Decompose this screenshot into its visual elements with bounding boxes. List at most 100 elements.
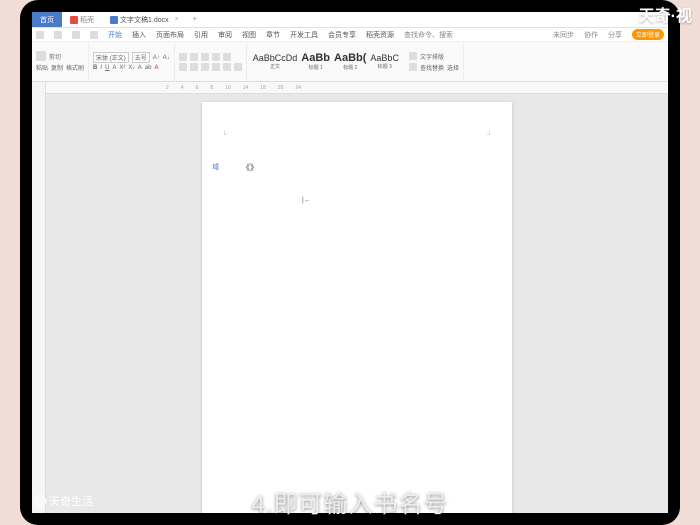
menu-dev[interactable]: 开发工具	[290, 30, 318, 40]
menu-insert[interactable]: 插入	[132, 30, 146, 40]
italic-button[interactable]: I	[100, 65, 102, 71]
book-title-brackets[interactable]: 《》	[242, 162, 258, 173]
watermark-top-right: 天奇·视	[639, 2, 692, 26]
watermark-text: 天奇生活	[49, 493, 93, 509]
menu-start[interactable]: 开始	[108, 30, 122, 40]
close-tab-icon[interactable]: ×	[175, 16, 179, 23]
find-replace-label[interactable]: 查找替换	[420, 63, 444, 72]
ruler-mark: 14	[243, 85, 249, 91]
grow-font-icon[interactable]: A↑	[153, 55, 160, 61]
document-page[interactable]: ┘ └ 域 《》 |←	[202, 102, 512, 513]
style-label: 正文	[270, 63, 280, 70]
login-badge[interactable]: 立即登录	[632, 29, 664, 40]
font-name-select[interactable]: 宋体 (正文)	[93, 52, 129, 63]
underline-button[interactable]: U	[105, 65, 109, 71]
shrink-font-icon[interactable]: A↓	[163, 55, 170, 61]
menu-sections[interactable]: 章节	[266, 30, 280, 40]
search-box[interactable]: 查找命令、搜索	[404, 30, 453, 40]
share-button[interactable]: 分享	[608, 30, 622, 40]
align-center-icon[interactable]	[190, 63, 198, 71]
menu-resources[interactable]: 稻壳资源	[366, 30, 394, 40]
line-spacing-icon[interactable]	[223, 53, 231, 61]
style-label: 标题 3	[378, 63, 392, 70]
borders-icon[interactable]	[234, 63, 242, 71]
style-normal[interactable]: AaBbCcDd 正文	[253, 53, 298, 70]
align-left-icon[interactable]	[179, 63, 187, 71]
strike-button[interactable]: A	[112, 65, 116, 71]
font-color-button[interactable]: A	[154, 65, 158, 71]
ruler-mark: 18	[260, 85, 266, 91]
video-caption: 4.即可输入书名号	[251, 484, 448, 519]
bullets-icon[interactable]	[179, 53, 187, 61]
align-right-icon[interactable]	[201, 63, 209, 71]
font-size-select[interactable]: 五号	[132, 52, 150, 63]
highlight-button[interactable]: ab	[145, 65, 152, 71]
file-menu-icon[interactable]	[36, 31, 44, 39]
find-replace-icon[interactable]	[409, 63, 417, 71]
subscript-button[interactable]: X₂	[128, 65, 134, 71]
paste-label[interactable]: 粘贴	[36, 63, 48, 72]
home-icon	[70, 16, 78, 24]
menu-layout[interactable]: 页面布局	[156, 30, 184, 40]
document-area[interactable]: 2 4 6 8 10 14 18 20 24 ┘ └ 域 《》 |←	[46, 82, 668, 513]
document-tab-label: 文字文稿1.docx	[120, 15, 169, 25]
style-heading3[interactable]: AaBbC 标题 3	[370, 53, 399, 70]
app-screen: 首页 稻壳 文字文稿1.docx × + 开始 插入 页面布局 引用 审阅 视图…	[32, 12, 668, 513]
justify-icon[interactable]	[212, 63, 220, 71]
style-preview: AaBb	[301, 52, 330, 64]
margin-marker-tl: └	[222, 132, 227, 139]
clipboard-group: 剪切 粘贴 复制 格式刷	[32, 42, 89, 81]
style-label: 标题 1	[309, 64, 323, 71]
watermark-bottom-left: Q 天奇生活	[34, 493, 93, 509]
app-tab[interactable]: 首页	[32, 12, 62, 27]
paragraph-group	[175, 42, 247, 81]
style-heading2[interactable]: AaBb( 标题 2	[334, 52, 366, 71]
redo-icon[interactable]	[90, 31, 98, 39]
styles-group: AaBbCcDd 正文 AaBb 标题 1 AaBb( 标题 2 AaBbC 标…	[247, 42, 405, 81]
text-effect-button[interactable]: A	[138, 65, 142, 71]
shading-icon[interactable]	[223, 63, 231, 71]
navigation-strip[interactable]	[32, 82, 46, 513]
select-label[interactable]: 选择	[447, 63, 459, 72]
sync-status[interactable]: 未同步	[553, 30, 574, 40]
copy-label[interactable]: 复制	[51, 63, 63, 72]
undo-icon[interactable]	[72, 31, 80, 39]
ruler-mark: 8	[210, 85, 213, 91]
work-area: 2 4 6 8 10 14 18 20 24 ┘ └ 域 《》 |←	[32, 82, 668, 513]
text-layout-icon[interactable]	[409, 52, 417, 60]
ruler-mark: 20	[278, 85, 284, 91]
text-cursor: |←	[302, 197, 311, 204]
outdent-icon[interactable]	[201, 53, 209, 61]
margin-marker-tr: ┘	[487, 132, 492, 139]
paste-icon[interactable]	[36, 51, 46, 61]
doc-icon	[110, 16, 118, 24]
menu-view[interactable]: 视图	[242, 30, 256, 40]
bold-button[interactable]: B	[93, 65, 97, 71]
indent-icon[interactable]	[212, 53, 220, 61]
superscript-button[interactable]: X²	[119, 65, 125, 71]
ribbon-toolbar: 剪切 粘贴 复制 格式刷 宋体 (正文) 五号 A↑ A↓ B I	[32, 42, 668, 82]
new-tab-button[interactable]: +	[187, 14, 203, 25]
text-layout-label[interactable]: 文字排版	[420, 52, 444, 61]
menu-references[interactable]: 引用	[194, 30, 208, 40]
ruler-mark: 2	[166, 85, 169, 91]
style-preview: AaBbCcDd	[253, 53, 298, 63]
field-indicator[interactable]: 域	[212, 162, 219, 172]
title-bar: 首页 稻壳 文字文稿1.docx × +	[32, 12, 668, 28]
home-tab[interactable]: 稻壳	[62, 13, 102, 27]
style-preview: AaBbC	[370, 53, 399, 63]
cut-label[interactable]: 剪切	[49, 52, 61, 61]
editing-group: 文字排版 查找替换 选择	[405, 42, 464, 81]
collab-button[interactable]: 协作	[584, 30, 598, 40]
document-tab[interactable]: 文字文稿1.docx ×	[102, 13, 187, 27]
format-painter-label[interactable]: 格式刷	[66, 63, 84, 72]
save-icon[interactable]	[54, 31, 62, 39]
menu-review[interactable]: 审阅	[218, 30, 232, 40]
font-group: 宋体 (正文) 五号 A↑ A↓ B I U A X² X₂ A ab A	[89, 42, 175, 81]
home-tab-label: 稻壳	[80, 15, 94, 25]
menu-vip[interactable]: 会员专享	[328, 30, 356, 40]
style-heading1[interactable]: AaBb 标题 1	[301, 52, 330, 71]
ruler-mark: 4	[181, 85, 184, 91]
numbering-icon[interactable]	[190, 53, 198, 61]
horizontal-ruler[interactable]: 2 4 6 8 10 14 18 20 24	[46, 82, 668, 94]
